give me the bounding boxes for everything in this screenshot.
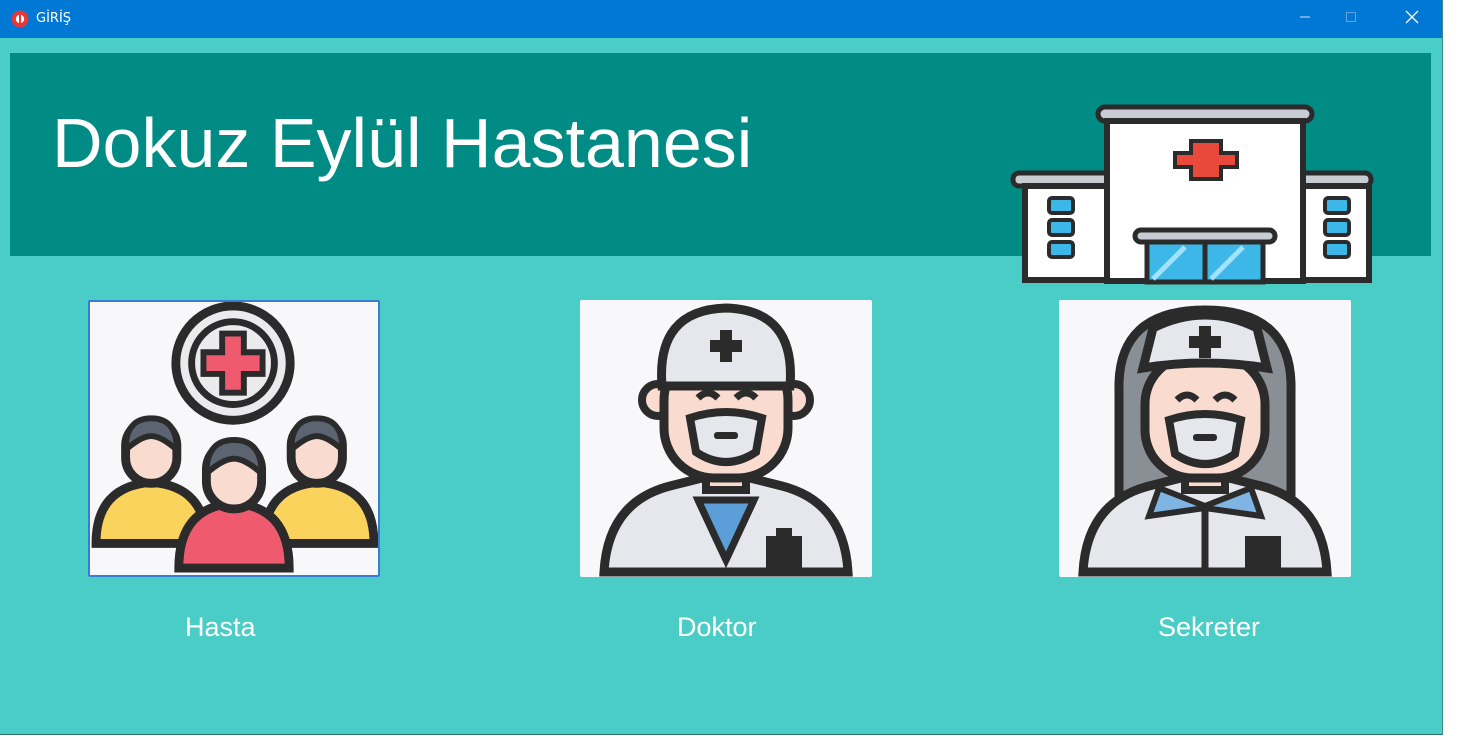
close-icon bbox=[1405, 10, 1419, 29]
hospital-title: Dokuz Eylül Hastanesi bbox=[52, 104, 753, 182]
doktor-label: Doktor bbox=[677, 612, 757, 642]
header-banner: Dokuz Eylül Hastanesi bbox=[10, 53, 1431, 285]
doctor-icon bbox=[580, 300, 872, 577]
patients-group-icon bbox=[90, 302, 378, 575]
doktor-button[interactable] bbox=[580, 300, 872, 577]
login-window: GİRİŞ Dokuz Eylül Hastanesi Hasta Doktor… bbox=[0, 0, 1443, 735]
title-bar[interactable]: GİRİŞ bbox=[0, 0, 1442, 38]
hasta-label: Hasta bbox=[185, 612, 256, 642]
window-title: GİRİŞ bbox=[36, 11, 72, 26]
minimize-icon bbox=[1299, 10, 1311, 28]
hasta-button[interactable] bbox=[88, 300, 380, 577]
maximize-button[interactable] bbox=[1328, 0, 1374, 38]
sekreter-label: Sekreter bbox=[1158, 612, 1261, 642]
app-icon bbox=[11, 10, 29, 28]
minimize-button[interactable] bbox=[1282, 0, 1328, 38]
close-button[interactable] bbox=[1389, 0, 1435, 38]
maximize-icon bbox=[1345, 10, 1357, 28]
hospital-building-icon bbox=[1003, 103, 1381, 285]
sekreter-button[interactable] bbox=[1059, 300, 1351, 577]
secretary-nurse-icon bbox=[1059, 300, 1351, 577]
